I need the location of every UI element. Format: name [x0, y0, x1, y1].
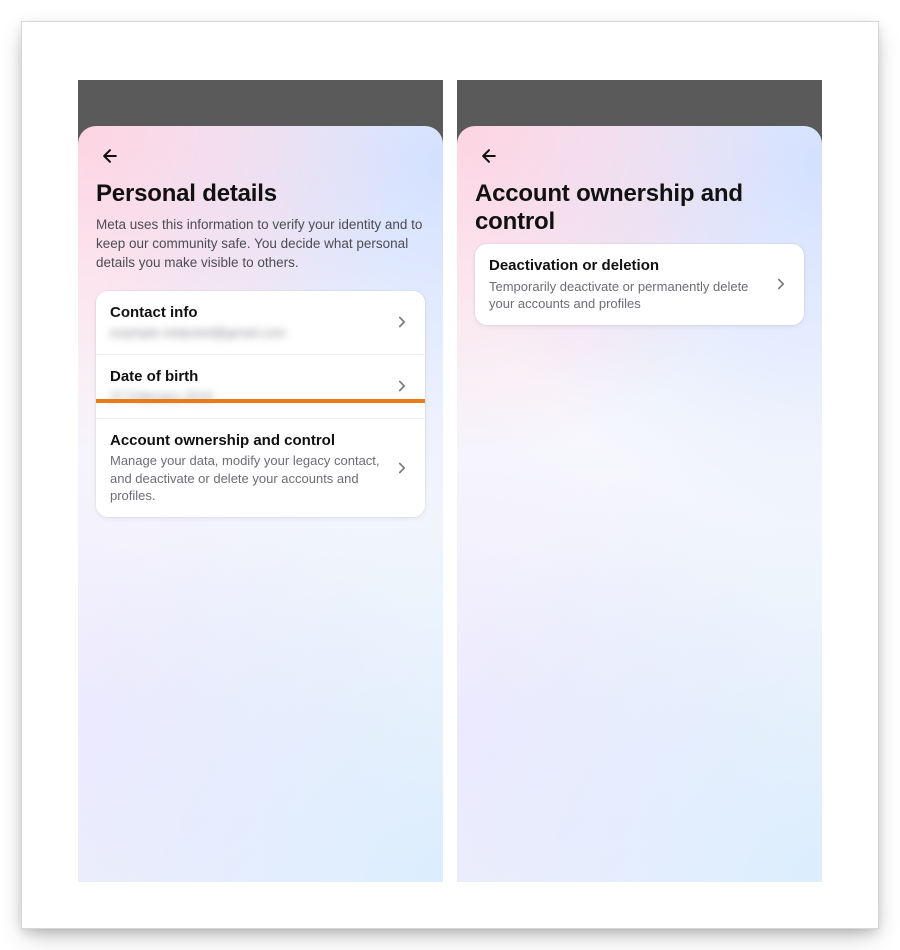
- page-title: Account ownership and control: [475, 180, 804, 236]
- chevron-right-icon: [393, 459, 411, 477]
- sheet-personal-details: Personal details Meta uses this informat…: [78, 126, 443, 882]
- chevron-right-icon: [393, 313, 411, 331]
- row-title: Account ownership and control: [110, 431, 383, 451]
- status-bar: [457, 80, 822, 126]
- settings-card: Deactivation or deletion Temporarily dea…: [475, 244, 804, 325]
- row-date-of-birth[interactable]: Date of birth 27 February 2016: [96, 354, 425, 418]
- back-arrow-icon: [100, 146, 120, 171]
- row-contact-info[interactable]: Contact info example.redacted@gmail.com: [96, 291, 425, 354]
- screenshot-frame: Personal details Meta uses this informat…: [22, 22, 878, 928]
- page-description: Meta uses this information to verify you…: [96, 216, 425, 273]
- page-title: Personal details: [96, 180, 425, 208]
- row-body: Contact info example.redacted@gmail.com: [110, 303, 383, 342]
- row-subtitle-redacted: example.redacted@gmail.com: [110, 324, 383, 342]
- row-subtitle: Manage your data, modify your legacy con…: [110, 452, 383, 505]
- row-title: Deactivation or deletion: [489, 256, 762, 276]
- row-account-ownership[interactable]: Account ownership and control Manage you…: [96, 418, 425, 517]
- settings-card: Contact info example.redacted@gmail.com …: [96, 291, 425, 517]
- phone-account-ownership: Account ownership and control Deactivati…: [457, 80, 822, 882]
- row-body: Date of birth 27 February 2016: [110, 367, 383, 406]
- chevron-right-icon: [772, 275, 790, 293]
- back-arrow-icon: [479, 146, 499, 171]
- row-title: Date of birth: [110, 367, 383, 387]
- back-button[interactable]: [96, 144, 124, 172]
- row-title: Contact info: [110, 303, 383, 323]
- chevron-right-icon: [393, 377, 411, 395]
- row-body: Deactivation or deletion Temporarily dea…: [489, 256, 762, 313]
- row-deactivation-deletion[interactable]: Deactivation or deletion Temporarily dea…: [475, 244, 804, 325]
- phone-personal-details: Personal details Meta uses this informat…: [78, 80, 443, 882]
- status-bar: [78, 80, 443, 126]
- row-body: Account ownership and control Manage you…: [110, 431, 383, 505]
- row-subtitle: Temporarily deactivate or permanently de…: [489, 278, 762, 313]
- row-subtitle-redacted: 27 February 2016: [110, 388, 383, 406]
- back-button[interactable]: [475, 144, 503, 172]
- phones-container: Personal details Meta uses this informat…: [78, 80, 822, 882]
- sheet-account-ownership: Account ownership and control Deactivati…: [457, 126, 822, 882]
